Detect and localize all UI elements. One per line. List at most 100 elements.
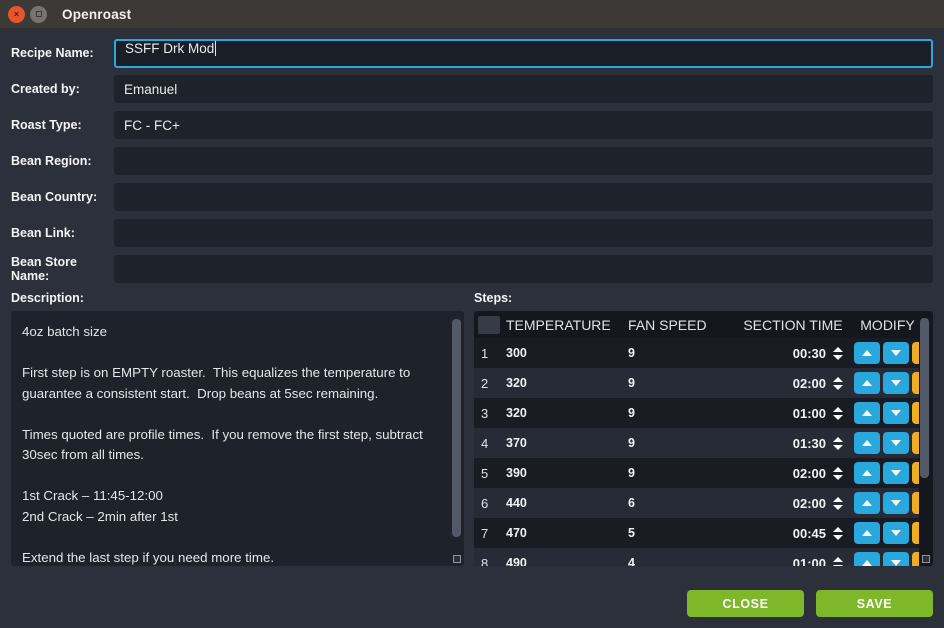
step-temperature[interactable]: 440 <box>506 496 628 510</box>
table-row[interactable]: 8 490401:00 x+ <box>474 548 919 566</box>
chevron-down-icon[interactable] <box>833 534 843 540</box>
delete-step-button[interactable]: x <box>912 432 919 454</box>
created-by-input[interactable] <box>114 75 933 103</box>
chevron-down-icon[interactable] <box>833 474 843 480</box>
table-row[interactable]: 3 320901:00 x+ <box>474 398 919 428</box>
step-fan-speed[interactable]: 6 <box>628 496 738 510</box>
step-temperature[interactable]: 370 <box>506 436 628 450</box>
roast-type-input[interactable] <box>114 111 933 139</box>
step-temperature[interactable]: 490 <box>506 556 628 566</box>
step-fan-speed[interactable]: 9 <box>628 466 738 480</box>
table-row[interactable]: 6440602:00x+ <box>474 488 919 518</box>
step-fan-speed[interactable]: 9 <box>628 346 738 360</box>
steps-scrollbar[interactable] <box>920 314 929 563</box>
delete-step-button[interactable]: x <box>912 372 919 394</box>
step-section-time[interactable]: 01:30 <box>738 436 826 451</box>
delete-step-button[interactable]: x <box>912 342 919 364</box>
move-step-down-button[interactable] <box>883 492 909 514</box>
save-button[interactable]: SAVE <box>816 590 933 617</box>
step-section-time[interactable]: 02:00 <box>738 496 826 511</box>
step-section-time[interactable]: 00:30 <box>738 346 826 361</box>
step-temperature[interactable]: 390 <box>506 466 628 480</box>
section-time-stepper[interactable] <box>826 496 850 510</box>
description-textarea[interactable]: 4oz batch size First step is on EMPTY ro… <box>11 311 464 566</box>
move-step-down-button[interactable] <box>883 402 909 424</box>
chevron-down-icon[interactable] <box>833 564 843 566</box>
step-temperature[interactable]: 320 <box>506 406 628 420</box>
table-row[interactable]: 5 390902:00 x+ <box>474 458 919 488</box>
chevron-down-icon[interactable] <box>833 504 843 510</box>
delete-step-button[interactable]: x <box>912 492 919 514</box>
chevron-down-icon[interactable] <box>833 384 843 390</box>
chevron-up-icon[interactable] <box>833 496 843 502</box>
close-icon[interactable]: × <box>8 5 25 23</box>
move-step-up-button[interactable] <box>854 522 880 544</box>
steps-resize-grip[interactable] <box>922 555 930 563</box>
description-scrollbar-thumb[interactable] <box>452 319 461 537</box>
step-fan-speed[interactable]: 9 <box>628 436 738 450</box>
step-section-time[interactable]: 01:00 <box>738 406 826 421</box>
chevron-up-icon[interactable] <box>833 466 843 472</box>
delete-step-button[interactable]: x <box>912 402 919 424</box>
move-step-down-button[interactable] <box>883 522 909 544</box>
step-fan-speed[interactable]: 9 <box>628 406 738 420</box>
step-section-time[interactable]: 00:45 <box>738 526 826 541</box>
description-resize-grip[interactable] <box>453 555 461 563</box>
bean-country-input[interactable] <box>114 183 933 211</box>
chevron-up-icon[interactable] <box>833 436 843 442</box>
section-time-stepper[interactable] <box>826 346 850 360</box>
section-time-stepper[interactable] <box>826 556 850 566</box>
chevron-up-icon[interactable] <box>833 376 843 382</box>
step-section-time[interactable]: 01:00 <box>738 556 826 567</box>
section-time-stepper[interactable] <box>826 376 850 390</box>
section-time-stepper[interactable] <box>826 436 850 450</box>
delete-step-button[interactable]: x <box>912 462 919 484</box>
move-step-up-button[interactable] <box>854 432 880 454</box>
select-all-checkbox[interactable] <box>478 315 500 334</box>
section-time-stepper[interactable] <box>826 466 850 480</box>
chevron-down-icon[interactable] <box>833 354 843 360</box>
move-step-up-button[interactable] <box>854 462 880 484</box>
table-row[interactable]: 7 470500:45 x+ <box>474 518 919 548</box>
move-step-up-button[interactable] <box>854 342 880 364</box>
bean-link-input[interactable] <box>114 219 933 247</box>
move-step-down-button[interactable] <box>883 462 909 484</box>
move-step-up-button[interactable] <box>854 402 880 424</box>
description-scrollbar[interactable] <box>452 313 461 564</box>
table-row[interactable]: 2 320902:00 x+ <box>474 368 919 398</box>
section-time-stepper[interactable] <box>826 526 850 540</box>
close-button[interactable]: CLOSE <box>687 590 804 617</box>
move-step-up-button[interactable] <box>854 372 880 394</box>
delete-step-button[interactable]: x <box>912 522 919 544</box>
bean-region-input[interactable] <box>114 147 933 175</box>
move-step-down-button[interactable] <box>883 552 909 566</box>
step-section-time[interactable]: 02:00 <box>738 466 826 481</box>
move-step-up-button[interactable] <box>854 552 880 566</box>
move-step-down-button[interactable] <box>883 372 909 394</box>
chevron-up-icon[interactable] <box>833 556 843 562</box>
section-time-stepper[interactable] <box>826 406 850 420</box>
step-fan-speed[interactable]: 9 <box>628 376 738 390</box>
step-fan-speed[interactable]: 4 <box>628 556 738 566</box>
maximize-icon[interactable] <box>30 5 47 23</box>
move-step-down-button[interactable] <box>883 342 909 364</box>
chevron-up-icon[interactable] <box>833 406 843 412</box>
chevron-down-icon[interactable] <box>833 414 843 420</box>
step-temperature[interactable]: 300 <box>506 346 628 360</box>
move-step-down-button[interactable] <box>883 432 909 454</box>
bean-store-name-input[interactable] <box>114 255 933 283</box>
chevron-down-icon[interactable] <box>833 444 843 450</box>
step-section-time[interactable]: 02:00 <box>738 376 826 391</box>
table-row[interactable]: 4 370901:30 x+ <box>474 428 919 458</box>
delete-step-button[interactable]: x <box>912 552 919 566</box>
step-temperature[interactable]: 470 <box>506 526 628 540</box>
steps-scrollbar-thumb[interactable] <box>920 318 929 478</box>
chevron-up-icon[interactable] <box>833 526 843 532</box>
step-fan-speed[interactable]: 5 <box>628 526 738 540</box>
recipe-form: Recipe Name: SSFF Drk Mod Created by: Ro… <box>0 29 944 283</box>
step-temperature[interactable]: 320 <box>506 376 628 390</box>
table-row[interactable]: 1 300900:30 x+ <box>474 338 919 368</box>
recipe-name-input[interactable]: SSFF Drk Mod <box>114 38 933 68</box>
move-step-up-button[interactable] <box>854 492 880 514</box>
chevron-up-icon[interactable] <box>833 346 843 352</box>
